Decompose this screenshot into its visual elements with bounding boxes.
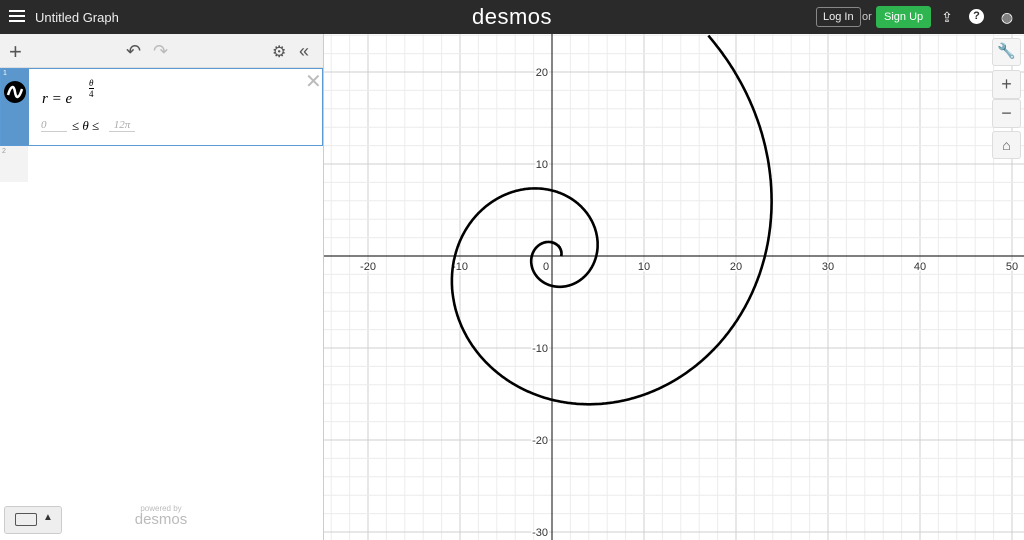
globe-icon[interactable]: ◍	[998, 8, 1016, 26]
x-tick-label: 0	[543, 261, 549, 273]
formula-lhs: r = e	[42, 91, 73, 107]
y-tick-label: 20	[536, 67, 548, 79]
expression-index: 2	[2, 148, 6, 155]
expression-list: + ↶ ↷ ⚙ « 1 r = e θ4 0 ≤ θ ≤ 12π ✕ 2 ▲ p…	[0, 34, 324, 540]
expression-item-empty[interactable]: 2	[0, 146, 323, 182]
powered-by-logo: desmos	[134, 511, 188, 528]
x-tick-label: 10	[638, 261, 650, 273]
share-icon[interactable]: ⇪	[938, 8, 956, 26]
home-zoom-icon[interactable]: ⌂	[992, 131, 1021, 159]
domain-inequality: ≤ θ ≤	[72, 118, 100, 133]
zoom-in-button[interactable]: +	[992, 70, 1021, 99]
expression-index: 1	[3, 70, 7, 77]
y-tick-label: -30	[532, 527, 548, 539]
expression-item[interactable]: 1 r = e θ4 0 ≤ θ ≤ 12π ✕	[0, 68, 323, 146]
expression-toolbar: + ↶ ↷ ⚙ «	[0, 34, 323, 68]
caret-up-icon: ▲	[43, 512, 53, 523]
powered-by[interactable]: powered by desmos	[125, 504, 197, 528]
redo-icon[interactable]: ↷	[153, 41, 168, 62]
undo-icon[interactable]: ↶	[126, 41, 141, 62]
curve-visibility-icon[interactable]	[4, 81, 26, 103]
login-button[interactable]: Log In	[816, 7, 861, 27]
x-tick-label: 20	[730, 261, 742, 273]
x-tick-label: 30	[822, 261, 834, 273]
keyboard-toggle-button[interactable]: ▲	[4, 506, 62, 534]
help-icon[interactable]: ?	[969, 9, 984, 24]
y-tick-label: -20	[532, 435, 548, 447]
settings-gear-icon[interactable]: ⚙	[272, 42, 286, 62]
x-tick-label: -20	[360, 261, 376, 273]
top-bar: Untitled Graph desmos Log In or Sign Up …	[0, 0, 1024, 34]
domain-min-input[interactable]: 0	[41, 119, 67, 132]
exponent-fraction: θ4	[89, 78, 94, 99]
domain-max-input[interactable]: 12π	[109, 119, 135, 132]
y-tick-label: -10	[532, 343, 548, 355]
exp-numerator: θ	[89, 78, 94, 89]
expression-formula[interactable]: r = e θ4	[42, 78, 94, 108]
x-tick-label: 40	[914, 261, 926, 273]
exp-denominator: 4	[89, 89, 94, 99]
or-label: or	[862, 11, 872, 23]
collapse-list-icon[interactable]: «	[299, 41, 309, 62]
y-tick-label: 10	[536, 159, 548, 171]
graph-canvas[interactable]: -20 -10 0 10 20 30 40 502010-10-20-30	[324, 34, 1024, 540]
expression-tab[interactable]: 1	[1, 69, 29, 145]
add-expression-icon[interactable]: +	[9, 39, 22, 65]
polar-spiral-curve	[450, 34, 773, 406]
delete-expression-icon[interactable]: ✕	[305, 69, 322, 94]
keyboard-icon	[15, 513, 37, 526]
zoom-out-button[interactable]: −	[992, 99, 1021, 128]
signup-button[interactable]: Sign Up	[876, 6, 932, 28]
x-tick-label: 50	[1006, 261, 1018, 273]
graph-settings-wrench-icon[interactable]: 🔧	[992, 38, 1021, 66]
